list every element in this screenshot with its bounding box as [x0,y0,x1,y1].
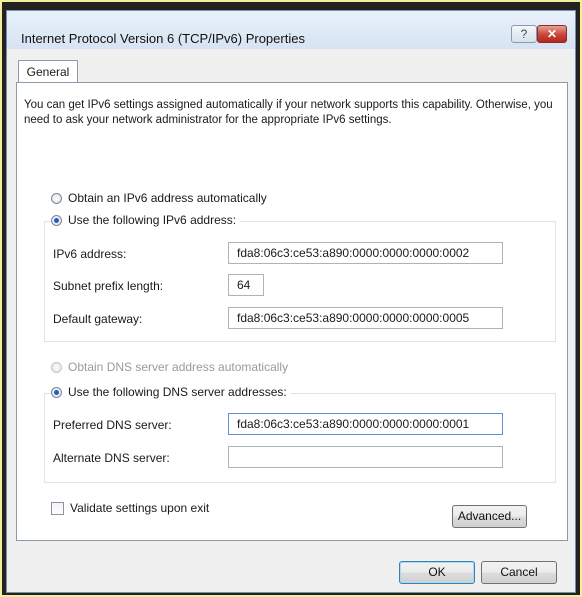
close-button[interactable]: ✕ [537,25,567,43]
alternate-dns-input[interactable] [228,446,503,468]
radio-icon [51,192,62,204]
preferred-dns-label: Preferred DNS server: [53,418,172,432]
radio-use-ipv6-address[interactable]: Use the following IPv6 address: [51,213,241,227]
advanced-button[interactable]: Advanced... [452,505,527,528]
default-gateway-label: Default gateway: [53,312,143,326]
checkbox-label: Validate settings upon exit [70,501,210,515]
help-button[interactable]: ? [511,25,537,43]
cancel-button[interactable]: Cancel [481,561,557,584]
ipv6-address-label: IPv6 address: [53,247,127,261]
radio-label: Obtain an IPv6 address automatically [68,191,267,205]
preferred-dns-input[interactable]: fda8:06c3:ce53:a890:0000:0000:0000:0001 [228,413,503,435]
ipv6-address-input[interactable]: fda8:06c3:ce53:a890:0000:0000:0000:0002 [228,242,503,264]
radio-obtain-dns-auto[interactable]: Obtain DNS server address automatically [51,360,288,374]
radio-label: Use the following IPv6 address: [68,213,237,227]
radio-obtain-ipv6-auto[interactable]: Obtain an IPv6 address automatically [51,191,267,205]
radio-label: Obtain DNS server address automatically [68,360,289,374]
dialog-window: Internet Protocol Version 6 (TCP/IPv6) P… [6,10,576,593]
default-gateway-input[interactable]: fda8:06c3:ce53:a890:0000:0000:0000:0005 [228,307,503,329]
validate-settings-checkbox[interactable]: Validate settings upon exit [51,501,209,515]
checkbox-icon [51,501,64,515]
ok-button[interactable]: OK [399,561,475,584]
dns-address-group [44,393,556,483]
alternate-dns-label: Alternate DNS server: [53,451,170,465]
intro-text: You can get IPv6 settings assigned autom… [24,99,553,126]
radio-use-dns-addresses[interactable]: Use the following DNS server addresses: [51,385,291,399]
subnet-prefix-input[interactable]: 64 [228,274,264,296]
subnet-prefix-label: Subnet prefix length: [53,279,164,293]
title-bar: Internet Protocol Version 6 (TCP/IPv6) P… [7,11,575,50]
radio-selected-icon [51,386,62,398]
radio-selected-icon [51,214,62,226]
radio-label: Use the following DNS server addresses: [68,385,287,399]
dialog-content: General You can get IPv6 settings assign… [7,49,575,592]
window-title: Internet Protocol Version 6 (TCP/IPv6) P… [21,31,305,46]
radio-icon [51,361,62,373]
tab-general[interactable]: General [18,60,78,83]
